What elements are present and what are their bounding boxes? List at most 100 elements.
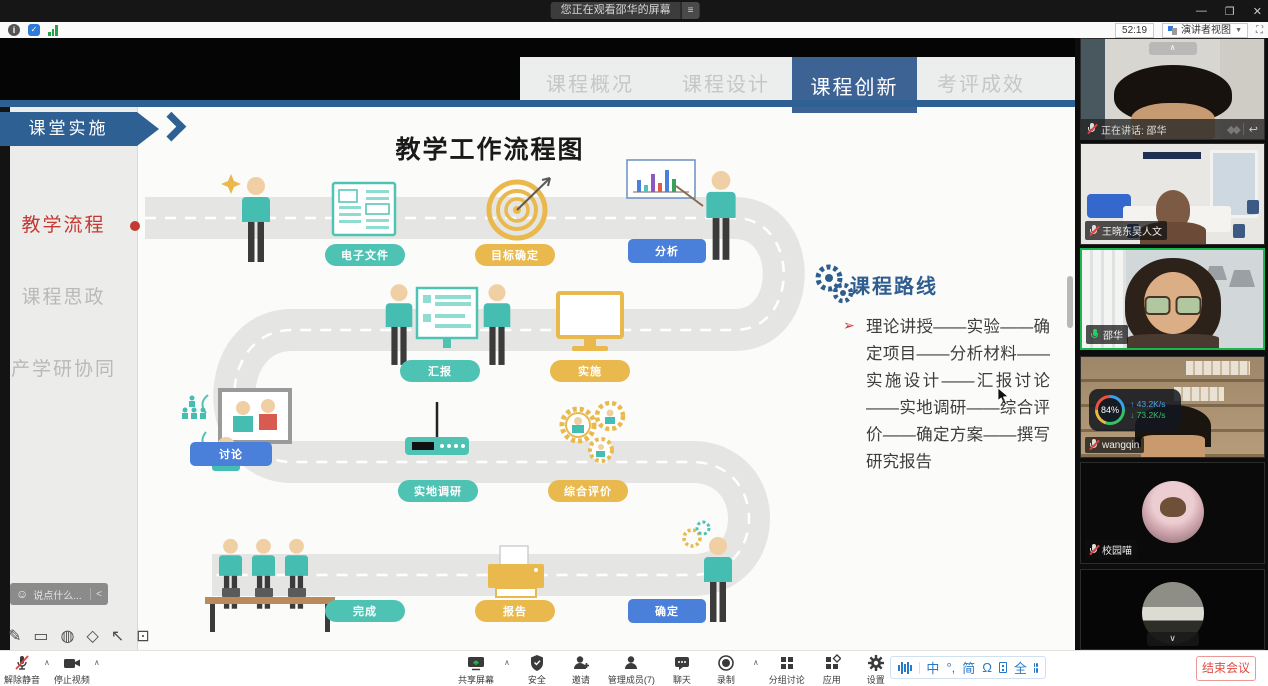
meeting-toolbar: 解除静音 ∧ 停止视频 ∧ 共享屏幕 ∧ [0,650,1268,686]
step-pill: 完成 [325,600,405,622]
end-meeting-button[interactable]: 结束会议 [1196,656,1256,681]
camera-icon [62,654,82,672]
quick-chat-overlay[interactable]: ☺ 说点什么... < [10,583,108,605]
maximize-button[interactable]: ❐ [1225,5,1235,18]
reply-arrow-icon[interactable]: ↩ [1249,123,1258,136]
share-screen-label: 共享屏幕 [458,673,494,686]
breakout-icon [778,654,796,672]
chat-collapse-icon[interactable]: < [96,589,102,600]
video-tile[interactable]: 84% ↑ 43.2K/s ↓ 73.2K/s wangqin [1080,356,1265,458]
share-options-chevron[interactable]: ∧ [504,658,510,667]
participant-name-chip: wangqin [1085,437,1144,453]
breakout-label: 分组讨论 [769,673,805,686]
minimize-button[interactable]: — [1196,5,1207,17]
speaking-label: 正在讲话: 邵华 [1101,122,1222,137]
printer-icon [488,546,544,597]
muted-mic-icon [1089,225,1098,237]
chat-button[interactable]: 聊天 [665,654,699,686]
cpu-gauge: 84% [1095,395,1125,425]
cursor-icon[interactable]: ↖ [111,626,124,646]
step-pill: 报告 [475,600,555,622]
route-bullet-icon: ➢ [843,317,855,334]
participant-name: 邵华 [1103,327,1123,342]
document-icon [333,183,395,235]
record-button[interactable]: 录制 [709,654,743,686]
record-icon [717,654,735,672]
invite-button[interactable]: 邀请 [564,654,598,686]
apps-button[interactable]: 应用 [815,654,849,686]
video-tile[interactable]: ∧ 正在讲话: 邵华 ◆◆ ↩ [1080,38,1265,140]
chevron-down-icon: ▼ [1235,24,1242,37]
ime-simplified-toggle[interactable]: 简 [962,658,975,677]
ime-symbol-button[interactable]: Ω [982,660,992,675]
slide-scrollbar[interactable] [1067,276,1073,328]
pencil-icon[interactable]: ✎ [8,626,21,646]
sidebar-item-industry[interactable]: 产学研协同 [0,354,127,381]
view-mode-dropdown[interactable]: 演讲者视图 ▼ [1162,23,1248,38]
watching-banner[interactable]: 您正在观看邵华的屏幕 ≡ [551,2,700,19]
security-button[interactable]: 安全 [520,654,554,686]
whiteboard-icon[interactable]: ▭ [33,626,48,646]
slide-top-black-band [0,38,1075,57]
video-tile[interactable]: ∨ [1080,569,1265,650]
shared-screen: 课程概况 课程设计 课程创新 考评成效 课堂实施 教学流程 课程思政 产学研协同… [0,38,1075,650]
input-method-bar[interactable]: 中 °, 简 Ω 全 [890,656,1046,679]
sidebar-item-ideology[interactable]: 课程思政 [0,282,127,309]
route-text: 理论讲授——实验——确定项目——分析材料——实施设计——汇报讨论——实地调研——… [866,314,1050,476]
palette-icon[interactable]: ◍ [61,626,75,646]
video-tile-active-speaker[interactable]: 邵华 [1080,248,1265,350]
fullscreen-icon[interactable]: ⛶ [1256,25,1262,36]
ime-keyboard-icon[interactable] [999,662,1007,673]
unmute-button[interactable]: 解除静音 [4,654,40,686]
route-gears-icon [818,267,851,301]
road-path [145,218,784,575]
share-screen-button[interactable]: 共享屏幕 [458,654,494,686]
stop-video-label: 停止视频 [54,673,90,686]
chat-input-placeholder[interactable]: 说点什么... [33,587,85,602]
step-pill: 实地调研 [398,480,478,502]
upload-arrow-icon: ↑ [1130,399,1134,409]
share-screen-icon [466,654,486,672]
network-signal-icon [48,25,58,36]
meeting-timer: 52:19 [1115,23,1154,38]
ime-grid-icon[interactable] [1034,663,1038,673]
settings-button[interactable]: 设置 [859,654,893,686]
sidebar-banner: 课堂实施 [0,112,137,146]
tab-underline [0,100,1075,107]
eraser-icon[interactable]: ◇ [87,626,99,646]
close-button[interactable]: ✕ [1253,5,1262,18]
manage-members-label: 管理成员(7) [608,673,655,686]
speaking-indicator-bar: 正在讲话: 邵华 ◆◆ ↩ [1081,119,1264,139]
record-options-chevron[interactable]: ∧ [753,658,759,667]
meeting-shield-icon[interactable]: ✓ [28,24,40,36]
participant-name-chip: 王晓东吴人文 [1085,221,1167,240]
video-tile[interactable]: 校园喵 [1080,462,1265,564]
chat-divider [90,588,91,600]
stop-video-button[interactable]: 停止视频 [54,654,90,686]
step-pill: 目标确定 [475,244,555,266]
mic-options-chevron[interactable]: ∧ [44,658,50,667]
meeting-table-icon [205,539,335,632]
step-pill: 确定 [628,599,706,623]
meeting-statusbar: i ✓ 52:19 演讲者视图 ▼ ⛶ [0,22,1268,39]
ime-punct-toggle[interactable]: °, [946,660,955,675]
route-title: 课程路线 [850,270,938,299]
emoji-icon[interactable]: ☺ [16,587,28,601]
scroll-down-button[interactable]: ∨ [1147,632,1199,646]
video-tile[interactable]: 王晓东吴人文 [1080,143,1265,245]
ime-lang-toggle[interactable]: 中 [926,658,939,677]
meeting-info-icon[interactable]: i [8,24,20,36]
gear-icon [867,654,885,672]
sidebar-item-teaching-flow[interactable]: 教学流程 [0,210,127,237]
step-pill: 分析 [628,239,706,263]
scroll-up-button[interactable]: ∧ [1149,42,1197,55]
gears-people-icon [562,403,623,461]
manage-members-button[interactable]: 管理成员(7) [608,654,655,686]
breakout-rooms-button[interactable]: 分组讨论 [769,654,805,686]
ime-fullwidth-toggle[interactable]: 全 [1014,658,1027,677]
download-arrow-icon: ↓ [1130,410,1134,420]
participant-name-chip: 邵华 [1086,325,1128,344]
camera-options-chevron[interactable]: ∧ [94,658,100,667]
banner-menu-icon[interactable]: ≡ [682,2,700,19]
screen-settings-icon[interactable]: ⊡ [136,626,149,646]
